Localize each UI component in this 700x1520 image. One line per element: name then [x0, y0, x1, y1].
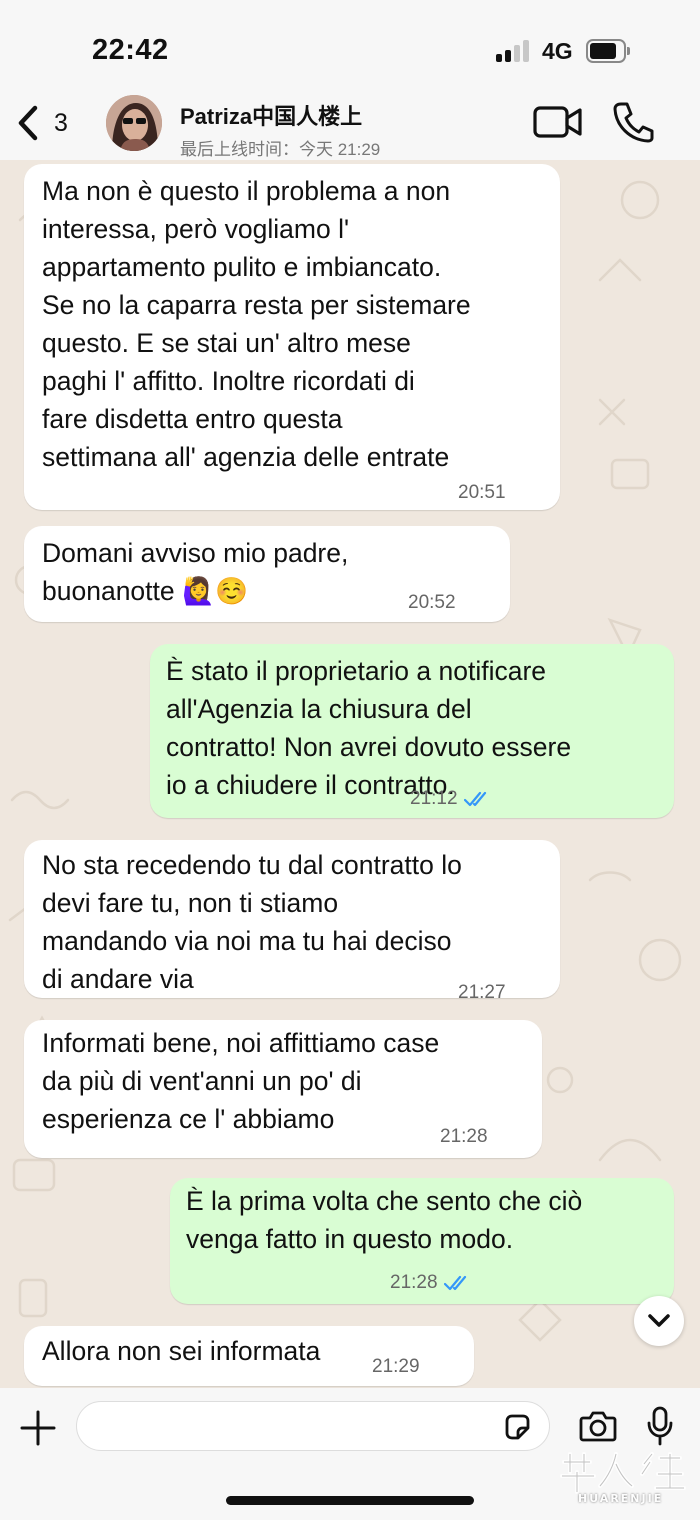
voice-message-button[interactable] — [646, 1406, 674, 1446]
message-meta: 21:28 — [390, 1272, 472, 1294]
last-seen-status: 最后上线时间：今天 21:29 — [180, 140, 381, 159]
unread-count: 3 — [54, 108, 68, 137]
network-type: 4G — [542, 38, 573, 64]
camera-icon — [579, 1411, 617, 1442]
message-meta: 20:52 — [408, 592, 456, 614]
plus-icon — [20, 1410, 56, 1446]
message-time: 21:29 — [372, 1356, 420, 1377]
message-text: Allora non sei informata — [42, 1336, 321, 1366]
message-time: 20:52 — [408, 592, 456, 613]
message-text: È stato il proprietario a notificare all… — [166, 656, 572, 800]
message-time: 21:27 — [458, 982, 506, 1003]
back-chevron-icon — [18, 105, 38, 141]
contact-avatar[interactable] — [106, 95, 162, 151]
contact-name: Patriza中国人楼上 — [180, 104, 363, 129]
outgoing-message[interactable]: È stato il proprietario a notificare all… — [150, 644, 674, 818]
camera-button[interactable] — [579, 1410, 617, 1442]
message-text: Ma non è questo il problema a non intere… — [42, 176, 471, 472]
message-meta: 21:27 — [458, 982, 506, 1004]
message-meta: 20:51 — [458, 482, 506, 504]
signal-strength-icon — [496, 40, 532, 62]
scroll-to-bottom-button[interactable] — [634, 1296, 684, 1346]
outgoing-message[interactable]: È la prima volta che sento che ciò venga… — [170, 1178, 674, 1304]
battery-icon — [586, 39, 630, 63]
sticker-icon — [505, 1414, 530, 1440]
status-bar: 22:42 4G — [0, 0, 700, 95]
back-button[interactable]: 3 — [16, 101, 68, 145]
incoming-message[interactable]: Domani avviso mio padre, buonanotte 🙋‍♀️… — [24, 526, 510, 622]
message-meta: 21:29 — [372, 1356, 420, 1378]
video-call-button[interactable] — [533, 105, 583, 139]
status-time: 22:42 — [92, 34, 169, 66]
message-text: Domani avviso mio padre, buonanotte 🙋‍♀️… — [42, 538, 349, 606]
incoming-message[interactable]: Allora non sei informata 21:29 — [24, 1326, 474, 1386]
message-time: 21:28 — [390, 1272, 438, 1293]
chat-area[interactable]: Ma non è questo il problema a non intere… — [0, 160, 700, 1388]
message-text: No sta recedendo tu dal contratto lo dev… — [42, 850, 462, 994]
message-time: 21:28 — [440, 1126, 488, 1147]
message-meta: 21:28 — [440, 1126, 488, 1148]
message-time: 21:12 — [410, 788, 458, 809]
message-input[interactable] — [76, 1401, 550, 1451]
message-text: È la prima volta che sento che ciò venga… — [186, 1186, 583, 1254]
message-meta: 21:12 — [410, 788, 492, 810]
phone-call-icon — [613, 102, 654, 143]
contact-info[interactable]: Patriza中国人楼上 最后上线时间：今天 21:29 — [180, 99, 380, 160]
incoming-message[interactable]: Ma non è questo il problema a non intere… — [24, 164, 560, 510]
microphone-icon — [647, 1406, 673, 1446]
read-receipt-icon — [463, 791, 486, 807]
home-indicator — [226, 1496, 474, 1505]
chevron-down-icon — [648, 1314, 670, 1327]
incoming-message[interactable]: No sta recedendo tu dal contratto lo dev… — [24, 840, 560, 1003]
sticker-button[interactable] — [503, 1413, 531, 1441]
message-time: 20:51 — [458, 482, 506, 503]
attach-button[interactable] — [18, 1408, 58, 1448]
read-receipt-icon — [443, 1275, 466, 1291]
message-text: Informati bene, noi affittiamo case da p… — [42, 1028, 440, 1134]
voice-call-button[interactable] — [612, 101, 654, 143]
video-call-icon — [533, 106, 582, 138]
incoming-message[interactable]: Informati bene, noi affittiamo case da p… — [24, 1020, 542, 1158]
site-watermark-logo: HUARENJIE — [556, 1448, 688, 1512]
watermark-subtext: HUARENJIE — [578, 1492, 664, 1505]
chat-header: 3 Patriza中国人楼上 最后上线时间：今天 21:29 — [0, 95, 700, 160]
